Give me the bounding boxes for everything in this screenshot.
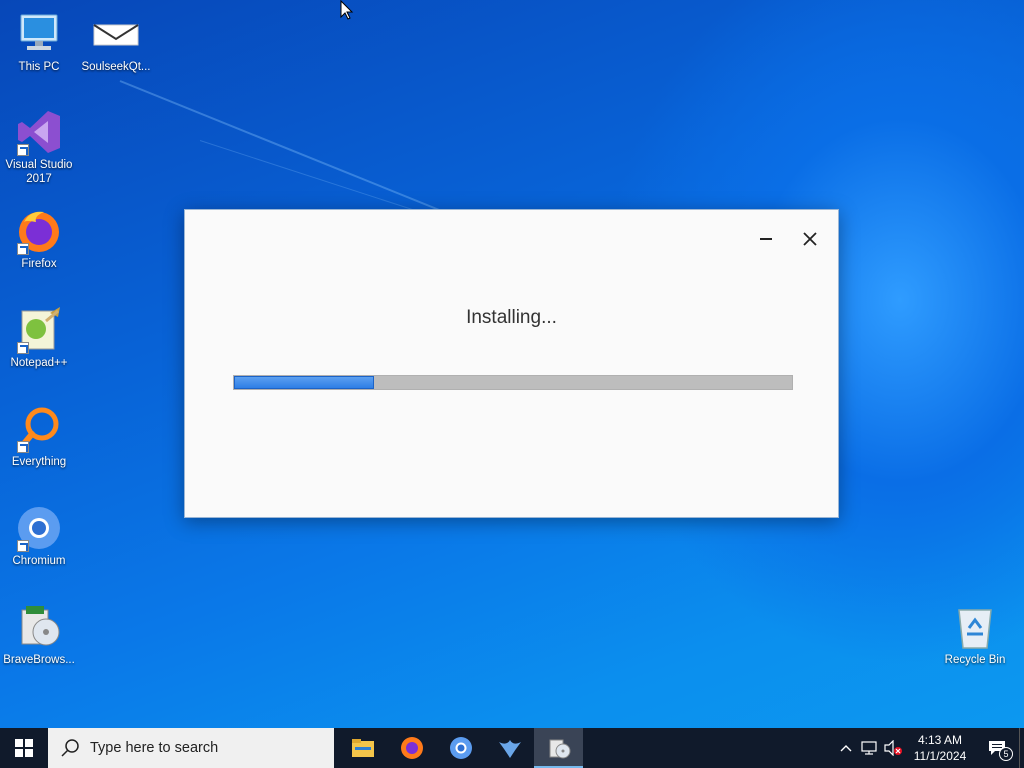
this-pc-icon xyxy=(15,10,63,58)
desktop-icon-label: Firefox xyxy=(21,258,57,270)
everything-icon xyxy=(15,405,63,453)
notepadpp-icon xyxy=(15,306,63,354)
taskbar: Type here to search 4:13 AM 11/1/2024 5 xyxy=(0,728,1024,768)
firefox-icon xyxy=(400,737,423,759)
desktop-icon-bravebrowser[interactable]: BraveBrows... xyxy=(0,603,78,667)
installer-dialog: Installing... xyxy=(184,209,839,518)
search-placeholder: Type here to search xyxy=(90,740,219,756)
desktop-icon-label: Everything xyxy=(11,456,67,468)
clock-time: 4:13 AM xyxy=(917,733,963,747)
desktop-icon-label: Visual Studio 2017 xyxy=(5,159,73,185)
desktop-icon-label: SoulseekQt... xyxy=(81,61,151,73)
shortcut-arrow-icon xyxy=(17,243,29,255)
soulseek-icon xyxy=(498,740,521,758)
taskbar-installer[interactable] xyxy=(534,728,583,768)
shortcut-arrow-icon xyxy=(17,342,29,354)
desktop-icon-firefox[interactable]: Firefox xyxy=(0,207,78,271)
progress-fill xyxy=(234,376,374,389)
desktop-icon-soulseek[interactable]: SoulseekQt... xyxy=(77,10,155,74)
chromium-icon xyxy=(15,504,63,552)
taskbar-clock[interactable]: 4:13 AM 11/1/2024 xyxy=(905,732,975,764)
network-icon xyxy=(861,741,877,755)
minimize-icon xyxy=(760,238,772,240)
desktop-icon-notepadpp[interactable]: Notepad++ xyxy=(0,306,78,370)
system-tray: 4:13 AM 11/1/2024 5 xyxy=(835,728,1024,768)
start-button[interactable] xyxy=(0,728,48,768)
network-button[interactable] xyxy=(857,728,881,768)
file-explorer-icon xyxy=(351,739,374,757)
minimize-button[interactable] xyxy=(755,228,777,250)
installer-icon xyxy=(549,739,570,759)
desktop-icon-chromium[interactable]: Chromium xyxy=(0,504,78,568)
volume-muted-icon xyxy=(884,740,902,756)
chromium-icon xyxy=(449,737,472,759)
desktop-icon-label: Notepad++ xyxy=(10,357,68,369)
desktop-icon-visual-studio[interactable]: Visual Studio 2017 xyxy=(0,108,78,186)
soulseek-icon xyxy=(92,10,140,58)
installer-icon xyxy=(15,603,63,651)
desktop-icon-label: BraveBrows... xyxy=(3,654,75,666)
windows-logo-icon xyxy=(15,739,33,757)
taskbar-search-box[interactable]: Type here to search xyxy=(48,728,334,768)
shortcut-arrow-icon xyxy=(17,540,29,552)
desktop-icon-recycle-bin[interactable]: Recycle Bin xyxy=(936,603,1014,667)
desktop-icon-everything[interactable]: Everything xyxy=(0,405,78,469)
shortcut-arrow-icon xyxy=(17,441,29,453)
recycle-bin-icon xyxy=(951,603,999,651)
notification-count-badge: 5 xyxy=(999,747,1013,761)
close-button[interactable] xyxy=(798,227,822,251)
taskbar-file-explorer[interactable] xyxy=(338,728,387,768)
firefox-icon xyxy=(15,207,63,255)
install-status-text: Installing... xyxy=(466,307,557,328)
mouse-cursor-icon xyxy=(340,0,354,20)
clock-date: 11/1/2024 xyxy=(913,749,967,763)
show-hidden-icons-button[interactable] xyxy=(835,728,857,768)
desktop-icon-label: Chromium xyxy=(12,555,66,567)
close-icon xyxy=(803,232,817,246)
search-icon xyxy=(61,739,79,757)
desktop-icon-label: This PC xyxy=(18,61,60,73)
desktop-icon-label: Recycle Bin xyxy=(944,654,1006,666)
chevron-up-icon xyxy=(840,745,852,752)
shortcut-arrow-icon xyxy=(17,144,29,156)
volume-button[interactable] xyxy=(881,728,905,768)
visual-studio-icon xyxy=(15,108,63,156)
action-center-button[interactable]: 5 xyxy=(975,728,1019,768)
install-progress-bar xyxy=(233,375,793,390)
taskbar-chromium[interactable] xyxy=(436,728,485,768)
desktop-icon-this-pc[interactable]: This PC xyxy=(0,10,78,74)
taskbar-soulseek[interactable] xyxy=(485,728,534,768)
show-desktop-button[interactable] xyxy=(1019,728,1024,768)
taskbar-firefox[interactable] xyxy=(387,728,436,768)
